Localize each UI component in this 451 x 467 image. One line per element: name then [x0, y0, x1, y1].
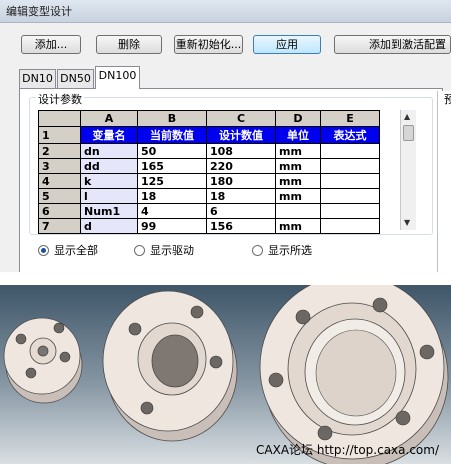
- reinitialize-button[interactable]: 重新初始化...: [174, 35, 243, 54]
- column-header-row: A B C D E: [38, 110, 380, 127]
- scroll-thumb[interactable]: [403, 125, 414, 141]
- flange-illustration: [3, 274, 449, 467]
- table-cell[interactable]: d: [80, 218, 138, 234]
- row-header[interactable]: 3: [38, 158, 81, 174]
- column-header[interactable]: B: [137, 110, 207, 127]
- table-cell[interactable]: 表达式: [320, 126, 380, 144]
- column-header[interactable]: C: [206, 110, 276, 127]
- table-cell[interactable]: 6: [206, 203, 276, 219]
- table-row: 3 dd 165 220 mm: [38, 158, 380, 174]
- table-cell[interactable]: mm: [275, 173, 321, 189]
- table-cell[interactable]: 4: [137, 203, 207, 219]
- radio-show-all-label: 显示全部: [54, 244, 98, 257]
- radio-unselected-icon: [252, 245, 263, 256]
- table-cell[interactable]: mm: [275, 218, 321, 234]
- radio-unselected-icon: [134, 245, 145, 256]
- table-cell[interactable]: k: [80, 173, 138, 189]
- flange-large: [259, 274, 449, 467]
- table-cell[interactable]: [275, 203, 321, 219]
- row-header[interactable]: 7: [38, 218, 81, 234]
- preview-panel: 预: [437, 91, 451, 272]
- radio-show-driven-label: 显示驱动: [150, 244, 194, 257]
- table-cell[interactable]: [320, 143, 380, 159]
- table-cell[interactable]: 50: [137, 143, 207, 159]
- table-cell[interactable]: Num1: [80, 203, 138, 219]
- column-header[interactable]: A: [80, 110, 138, 127]
- scroll-down-arrow-icon[interactable]: ▼: [404, 218, 410, 227]
- table-cell[interactable]: mm: [275, 188, 321, 204]
- table-cell[interactable]: dd: [80, 158, 138, 174]
- forum-caption: CAXA论坛 http://top.caxa.com/: [256, 443, 439, 457]
- table-cell[interactable]: 当前数值: [137, 126, 207, 144]
- row-header[interactable]: 1: [38, 126, 81, 144]
- design-params-label: 设计参数: [36, 91, 84, 107]
- table-cell[interactable]: 165: [137, 158, 207, 174]
- table-row: 7 d 99 156 mm: [38, 218, 380, 234]
- design-parameter-table: A B C D E 1 变量名 当前数值 设计数值 单位 表达式 2 dn 50…: [38, 110, 380, 234]
- table-cell[interactable]: 设计数值: [206, 126, 276, 144]
- table-cell[interactable]: [320, 173, 380, 189]
- table-cell[interactable]: [320, 203, 380, 219]
- scroll-up-arrow-icon[interactable]: ▲: [404, 112, 410, 121]
- tab-dn100[interactable]: DN100: [95, 66, 140, 89]
- table-cell[interactable]: 变量名: [80, 126, 138, 144]
- table-cell[interactable]: 125: [137, 173, 207, 189]
- table-cell[interactable]: 18: [137, 188, 207, 204]
- table-header-row: 1 变量名 当前数值 设计数值 单位 表达式: [38, 126, 380, 144]
- tab-dn10[interactable]: DN10: [19, 69, 56, 88]
- radio-show-all[interactable]: 显示全部: [38, 244, 98, 258]
- table-cell[interactable]: l: [80, 188, 138, 204]
- radio-show-driven[interactable]: 显示驱动: [134, 244, 194, 258]
- column-header[interactable]: E: [320, 110, 380, 127]
- radio-selected-icon: [38, 245, 49, 256]
- table-cell[interactable]: 99: [137, 218, 207, 234]
- table-row: 4 k 125 180 mm: [38, 173, 380, 189]
- table-cell[interactable]: [320, 158, 380, 174]
- table-cell[interactable]: 108: [206, 143, 276, 159]
- window-title: 编辑变型设计: [6, 5, 72, 18]
- table-cell[interactable]: 156: [206, 218, 276, 234]
- table-vertical-scrollbar[interactable]: ▲ ▼: [400, 110, 416, 230]
- corner-cell: [38, 110, 81, 127]
- flange-small: [3, 317, 83, 404]
- table-cell[interactable]: mm: [275, 143, 321, 159]
- delete-button[interactable]: 删除: [96, 35, 162, 54]
- table-cell[interactable]: 220: [206, 158, 276, 174]
- column-header[interactable]: D: [275, 110, 321, 127]
- edit-variant-design-dialog: 编辑变型设计 添加... 删除 重新初始化... 应用 添加到激活配置 DN10…: [0, 0, 451, 272]
- table-row: 2 dn 50 108 mm: [38, 143, 380, 159]
- row-header[interactable]: 5: [38, 188, 81, 204]
- table-row: 5 l 18 18 mm: [38, 188, 380, 204]
- table-cell[interactable]: dn: [80, 143, 138, 159]
- flange-medium: [102, 290, 238, 442]
- add-button[interactable]: 添加...: [21, 35, 81, 54]
- table-cell[interactable]: 180: [206, 173, 276, 189]
- apply-button[interactable]: 应用: [253, 35, 321, 54]
- title-bar: 编辑变型设计: [0, 0, 451, 23]
- row-header[interactable]: 4: [38, 173, 81, 189]
- table-cell[interactable]: [320, 218, 380, 234]
- radio-show-selected[interactable]: 显示所选: [252, 244, 312, 258]
- row-header[interactable]: 6: [38, 203, 81, 219]
- add-to-active-config-button[interactable]: 添加到激活配置: [334, 35, 451, 54]
- table-cell[interactable]: mm: [275, 158, 321, 174]
- flange-3d-render: CAXA论坛 http://top.caxa.com/: [0, 274, 451, 467]
- preview-label: 预: [444, 93, 451, 106]
- radio-show-selected-label: 显示所选: [268, 244, 312, 257]
- table-cell[interactable]: 单位: [275, 126, 321, 144]
- table-cell[interactable]: [320, 188, 380, 204]
- tab-dn50[interactable]: DN50: [57, 69, 94, 88]
- table-cell[interactable]: 18: [206, 188, 276, 204]
- table-row: 6 Num1 4 6: [38, 203, 380, 219]
- row-header[interactable]: 2: [38, 143, 81, 159]
